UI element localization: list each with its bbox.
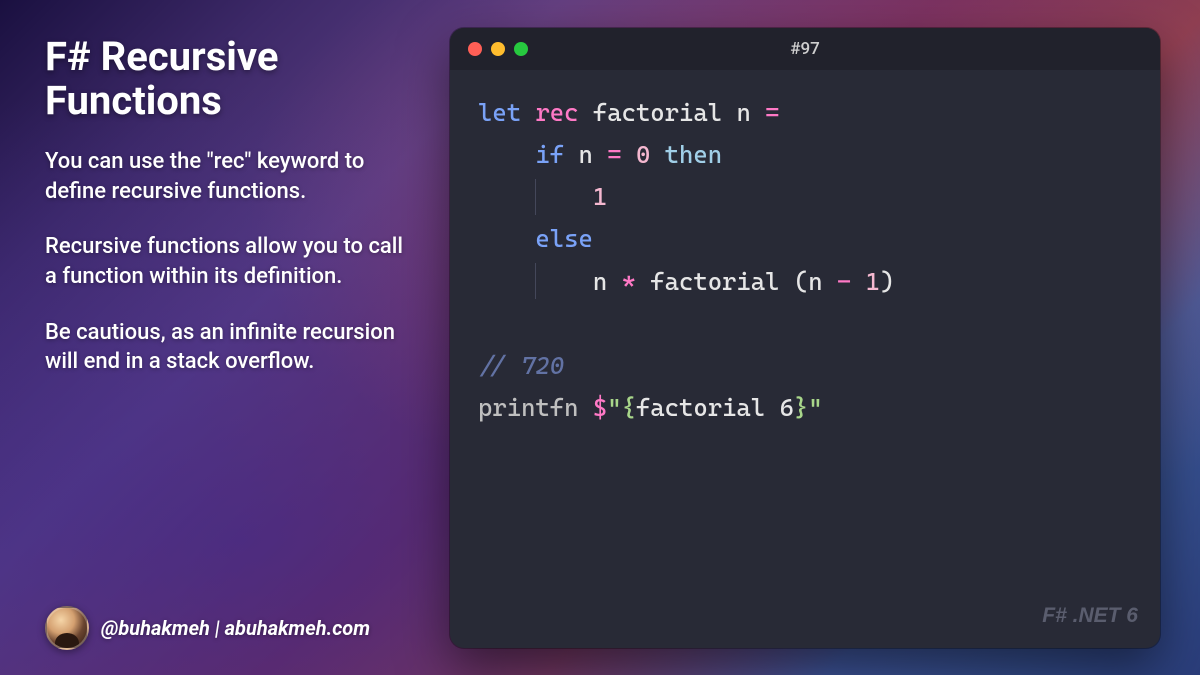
tok-call: factorial: [650, 267, 779, 296]
tok-one: 1: [593, 182, 607, 211]
window-title: #97: [450, 39, 1160, 59]
indent-guide: [535, 263, 536, 299]
tok-if: if: [535, 140, 564, 169]
code-blank: [478, 303, 1132, 345]
page-title: F# Recursive Functions: [45, 35, 415, 123]
para-1: You can use the "rec" keyword to define …: [45, 147, 415, 206]
tok-dollar: $: [593, 393, 607, 422]
tok-printfn: printfn: [478, 393, 579, 422]
code-line-1: let rec factorial n =: [478, 92, 1132, 134]
tok-rec: rec: [535, 98, 578, 127]
close-icon[interactable]: [468, 42, 482, 56]
code-line-5: n * factorial (n - 1): [478, 261, 1132, 303]
tok-then: then: [665, 140, 722, 169]
tok-close: ): [880, 267, 894, 296]
tok-n: n: [593, 267, 607, 296]
tok-fn-name: factorial: [593, 98, 722, 127]
tok-star: *: [622, 267, 636, 296]
para-3: Be cautious, as an infinite recursion wi…: [45, 318, 415, 377]
tok-zero: 0: [636, 140, 650, 169]
code-line-3: 1: [478, 176, 1132, 218]
traffic-lights: [468, 42, 528, 56]
tok-param: n: [736, 98, 750, 127]
minimize-icon[interactable]: [491, 42, 505, 56]
watermark: F# .NET 6: [1042, 598, 1138, 634]
tok-else: else: [535, 224, 592, 253]
maximize-icon[interactable]: [514, 42, 528, 56]
tok-onearg: 1: [866, 267, 880, 296]
code-editor-window: #97 let rec factorial n = if n = 0 then …: [450, 28, 1160, 648]
tok-expr: factorial 6: [636, 393, 794, 422]
window-titlebar: #97: [450, 28, 1160, 70]
author-handle: @buhakmeh: [101, 616, 210, 640]
tok-comment: // 720: [478, 351, 564, 380]
tok-eq: =: [765, 98, 779, 127]
info-panel: F# Recursive Functions You can use the "…: [0, 0, 440, 675]
avatar: [45, 606, 89, 650]
para-2: Recursive functions allow you to call a …: [45, 232, 415, 291]
tok-open: (n: [794, 267, 823, 296]
code-line-4: else: [478, 218, 1132, 260]
author-footer: @buhakmeh | abuhakmeh.com: [45, 606, 415, 650]
code-line-6: // 720: [478, 345, 1132, 387]
tok-var: n: [579, 140, 593, 169]
separator: |: [210, 616, 225, 640]
author-credits: @buhakmeh | abuhakmeh.com: [101, 616, 370, 640]
tok-minus: -: [837, 267, 851, 296]
code-line-7: printfn $"{factorial 6}": [478, 387, 1132, 429]
tok-str-close: }": [794, 393, 823, 422]
indent-guide: [535, 179, 536, 215]
tok-str-open: "{: [607, 393, 636, 422]
author-site: abuhakmeh.com: [225, 616, 370, 640]
tok-let: let: [478, 98, 521, 127]
code-area: let rec factorial n = if n = 0 then 1 el…: [450, 70, 1160, 648]
description: You can use the "rec" keyword to define …: [45, 147, 415, 403]
tok-eqeq: =: [607, 140, 621, 169]
code-line-2: if n = 0 then: [478, 134, 1132, 176]
